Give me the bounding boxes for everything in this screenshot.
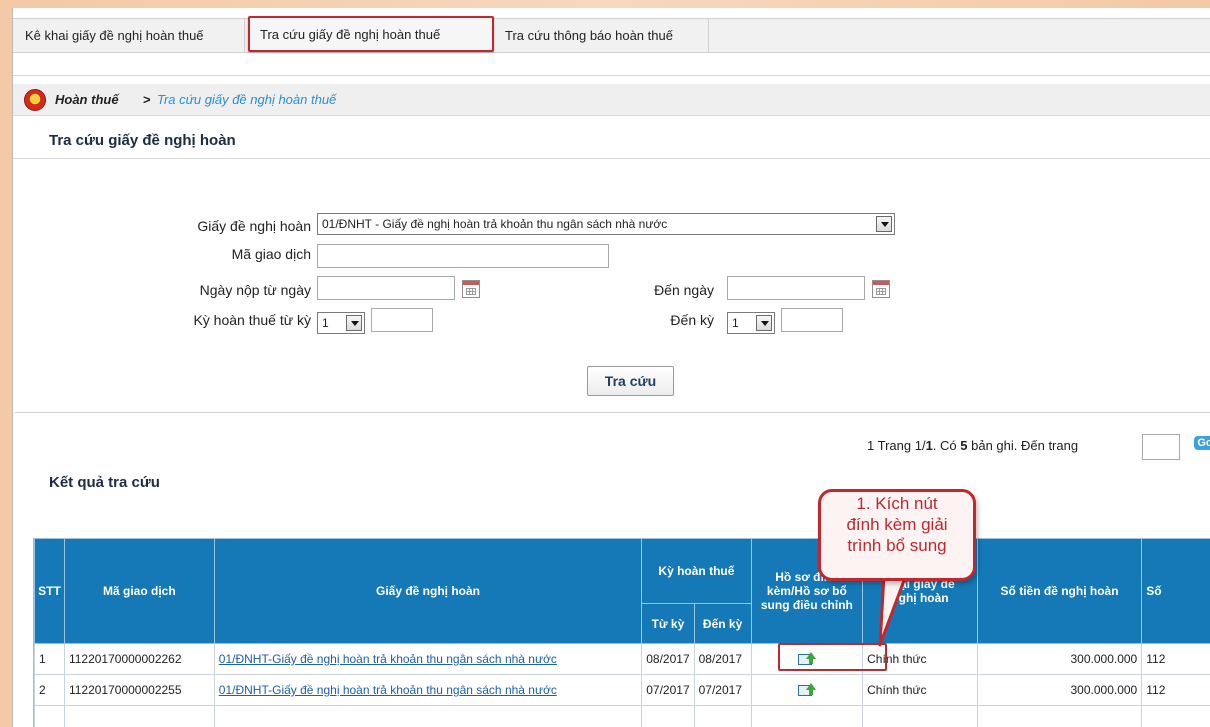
go-button[interactable]: Go [1194, 436, 1210, 450]
search-section-title: Tra cứu giấy đề nghị hoàn [49, 132, 236, 149]
instruction-callout: 1. Kích nút đính kèm giải trình bổ sung [818, 489, 976, 581]
doc-type-label: Giấy đề nghị hoàn [197, 218, 311, 234]
doc-link[interactable]: 01/ĐNHT-Giấy đề nghị hoàn trả khoản thu … [219, 683, 557, 697]
cell-stt: 1 [34, 643, 65, 675]
cell-amount: 300.000.000 [976, 643, 1143, 675]
period-to-year-input[interactable] [781, 308, 843, 332]
chevron-down-icon[interactable] [346, 315, 362, 331]
cell-type: Chính thức [862, 674, 978, 706]
pager-page: 1 [867, 438, 875, 453]
cell-from: 07/2017 [641, 674, 695, 706]
submit-to-label: Đến ngày [654, 282, 714, 298]
tab-search-refund-request[interactable]: Tra cứu giấy đề nghị hoàn thuế [248, 16, 494, 52]
main-panel: Kê khai giấy đề nghị hoàn thuế Tra cứu g… [12, 8, 1210, 727]
results-table: STT Mã giao dịch Giấy đề nghị hoàn Kỳ ho… [34, 538, 1210, 727]
pager-prefix: Trang 1/ [877, 438, 926, 453]
callout-line3: trình bổ sung [847, 536, 947, 555]
col-stt: STT [34, 538, 65, 644]
doc-link[interactable]: 01/ĐNHT-Giấy đề nghị hoàn trả khoản thu … [219, 652, 557, 666]
cell-code: 11220170000002255 [63, 674, 215, 706]
breadcrumb-root[interactable]: Hoàn thuế [55, 92, 119, 107]
table-row: 1 11220170000002262 01/ĐNHT-Giấy đề nghị… [34, 643, 1210, 675]
col-extra: Số [1141, 538, 1210, 644]
doc-type-selected-value: 01/ĐNHT - Giấy đề nghị hoàn trả khoản th… [322, 217, 668, 231]
col-attach-line2: kèm/Hồ sơ bổ [766, 584, 847, 598]
cell-attach [750, 674, 864, 706]
period-from-year-input[interactable] [371, 308, 433, 332]
txn-code-label: Mã giao dịch [231, 246, 311, 262]
callout-text: 1. Kích nút đính kèm giải trình bổ sung [826, 493, 968, 556]
period-to-label: Đến kỳ [670, 312, 714, 328]
pager-suffix: bản ghi. Đến trang [967, 438, 1079, 453]
period-from-select[interactable]: 1 [317, 312, 365, 334]
breadcrumb-current: Tra cứu giấy đề nghị hoàn thuế [157, 92, 337, 107]
cell-doc: 01/ĐNHT-Giấy đề nghị hoàn trả khoản thu … [213, 674, 643, 706]
col-period: Kỳ hoàn thuế [641, 538, 752, 604]
col-amount: Số tiền đề nghị hoàn [976, 538, 1143, 644]
pager-text: 1 Trang 1/1. Có 5 bản ghi. Đến trang [867, 438, 1078, 453]
cell-code: 11220170000002262 [63, 643, 215, 675]
table-row [34, 705, 1210, 727]
col-code: Mã giao dịch [63, 538, 215, 644]
search-button[interactable]: Tra cứu [587, 366, 674, 396]
chevron-down-icon[interactable] [876, 216, 892, 232]
tab-bar: Kê khai giấy đề nghị hoàn thuế Tra cứu g… [13, 16, 1210, 53]
results-table-wrap: STT Mã giao dịch Giấy đề nghị hoàn Kỳ ho… [33, 538, 1210, 727]
col-from: Từ kỳ [641, 603, 695, 644]
goto-page-input[interactable] [1142, 434, 1180, 460]
callout-pointer [878, 575, 908, 647]
callout-line2: đính kèm giải [846, 515, 948, 534]
period-from-label: Kỳ hoàn thuế từ kỳ [193, 312, 311, 328]
period-to-select[interactable]: 1 [727, 312, 775, 334]
toolbar-strip [13, 54, 1210, 76]
cell-to: 07/2017 [693, 674, 752, 706]
attach-highlight-frame [778, 643, 887, 671]
cell-stt: 2 [34, 674, 65, 706]
attach-upload-icon[interactable] [797, 683, 816, 697]
submit-from-label: Ngày nộp từ ngày [199, 282, 311, 298]
period-to-value: 1 [732, 316, 739, 330]
pager-mid: . Có [932, 438, 961, 453]
submit-from-input[interactable] [317, 276, 455, 300]
crest-icon [24, 89, 46, 111]
callout-line1: 1. Kích nút [856, 494, 938, 513]
breadcrumb: Hoàn thuế > Tra cứu giấy đề nghị hoàn th… [13, 84, 1210, 116]
cell-from: 08/2017 [641, 643, 695, 675]
period-from-value: 1 [322, 316, 329, 330]
calendar-icon[interactable] [872, 280, 890, 298]
tab-declare-refund[interactable]: Kê khai giấy đề nghị hoàn thuế [15, 19, 245, 52]
cell-to: 08/2017 [693, 643, 752, 675]
txn-code-input[interactable] [317, 244, 609, 268]
tab-search-refund-notice[interactable]: Tra cứu thông báo hoàn thuế [495, 19, 709, 52]
cell-extra: 112 [1141, 674, 1210, 706]
chevron-down-icon[interactable] [756, 315, 772, 331]
submit-to-input[interactable] [727, 276, 865, 300]
pager-count: 5 [960, 438, 968, 453]
pager-total: 1 [925, 438, 933, 453]
results-title: Kết quả tra cứu [49, 474, 160, 491]
cell-extra: 112 [1141, 643, 1210, 675]
col-doc: Giấy đề nghị hoàn [213, 538, 643, 644]
cell-amount: 300.000.000 [976, 674, 1143, 706]
breadcrumb-separator: > [143, 92, 151, 107]
doc-type-select[interactable]: 01/ĐNHT - Giấy đề nghị hoàn trả khoản th… [317, 213, 895, 235]
col-attach-line3: sung điều chỉnh [760, 598, 853, 612]
cell-doc: 01/ĐNHT-Giấy đề nghị hoàn trả khoản thu … [213, 643, 643, 675]
calendar-icon[interactable] [462, 280, 480, 298]
table-row: 2 11220170000002255 01/ĐNHT-Giấy đề nghị… [34, 674, 1210, 706]
col-to: Đến kỳ [693, 603, 752, 644]
